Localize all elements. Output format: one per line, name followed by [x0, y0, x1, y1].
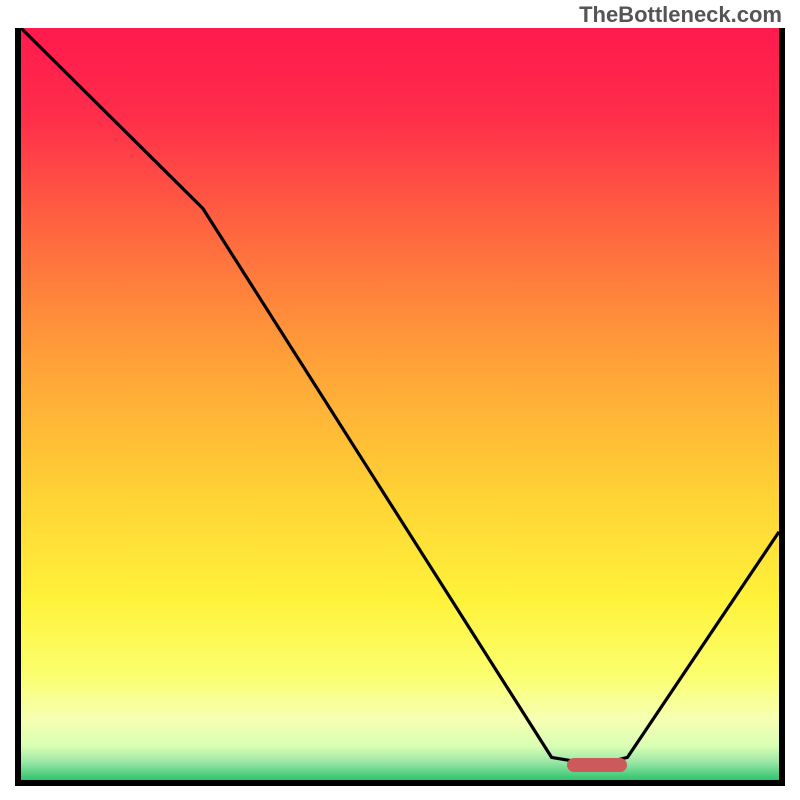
chart-container: TheBottleneck.com: [0, 0, 800, 800]
optimal-range-marker: [567, 758, 628, 772]
bottleneck-curve: [21, 28, 779, 780]
chart-frame: [15, 28, 785, 786]
watermark-text: TheBottleneck.com: [579, 2, 782, 28]
